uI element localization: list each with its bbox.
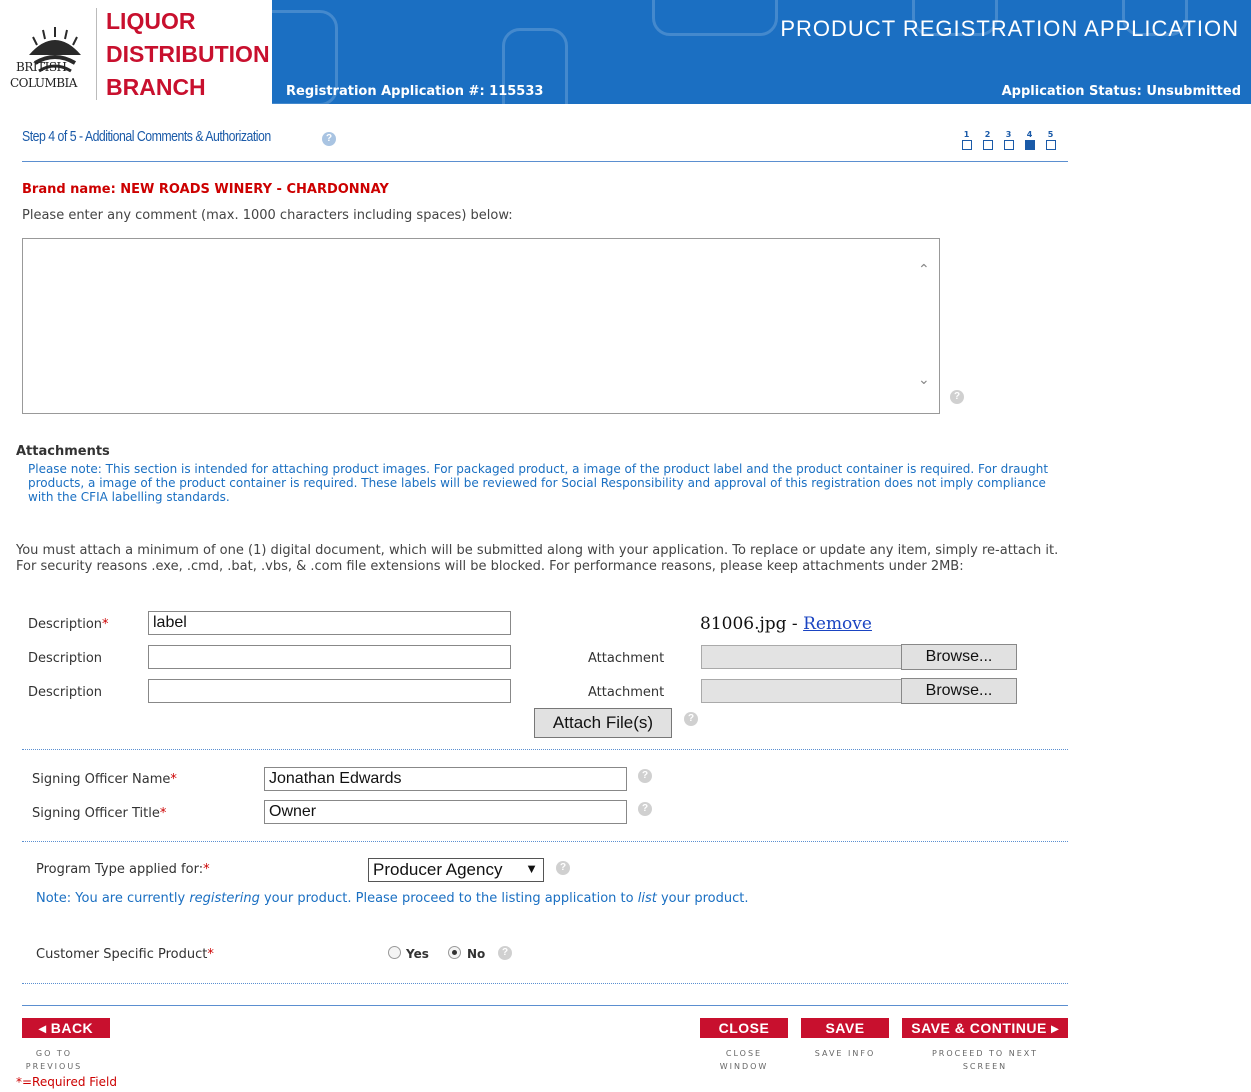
step-indicator-2: 2 bbox=[981, 130, 994, 150]
help-icon[interactable]: ? bbox=[498, 946, 512, 960]
attached-file: 81006.jpg - Remove bbox=[700, 614, 872, 634]
customer-specific-no-radio[interactable] bbox=[448, 946, 461, 959]
logo-divider bbox=[96, 8, 97, 100]
header-banner: PRODUCT REGISTRATION APPLICATION Registr… bbox=[272, 0, 1251, 104]
divider bbox=[22, 161, 1068, 162]
required-field-note: *=Required Field bbox=[16, 1075, 117, 1089]
customer-specific-yes-radio[interactable] bbox=[388, 946, 401, 959]
attachment-label: Attachment bbox=[588, 685, 665, 700]
banner-decoration bbox=[652, 0, 778, 36]
back-caption: GO TO PREVIOUS bbox=[25, 1049, 83, 1071]
step-title: Step 4 of 5 - Additional Comments & Auth… bbox=[22, 128, 271, 145]
save-button[interactable]: SAVE bbox=[801, 1018, 889, 1038]
step-indicators: 1 2 3 4 5 bbox=[960, 130, 1057, 150]
attachment-label: Attachment bbox=[588, 651, 665, 666]
program-note: Note: You are currently registering your… bbox=[36, 891, 749, 906]
divider bbox=[22, 1005, 1068, 1006]
save-and-continue-button[interactable]: SAVE & CONTINUE ▸ bbox=[902, 1018, 1068, 1038]
comment-textarea[interactable] bbox=[22, 238, 940, 414]
application-status: Application Status: Unsubmitted bbox=[1001, 84, 1241, 99]
help-icon[interactable]: ? bbox=[950, 390, 964, 404]
description-input-1[interactable]: label bbox=[148, 611, 511, 635]
back-button[interactable]: ◂ BACK bbox=[22, 1018, 110, 1038]
help-icon[interactable]: ? bbox=[638, 802, 652, 816]
radio-label-no: No bbox=[467, 947, 486, 961]
attachment-file-field-3[interactable] bbox=[701, 679, 903, 703]
close-caption: CLOSE WINDOW bbox=[719, 1049, 769, 1071]
description-label: Description bbox=[28, 685, 103, 700]
brand-name: Brand name: NEW ROADS WINERY - CHARDONNA… bbox=[22, 182, 389, 197]
org-name-line1: LIQUOR bbox=[106, 8, 196, 34]
signing-officer-title-input[interactable]: Owner bbox=[264, 800, 627, 824]
help-icon[interactable]: ? bbox=[322, 132, 336, 146]
chevron-down-icon: ▼ bbox=[525, 861, 538, 876]
radio-label-yes: Yes bbox=[406, 947, 429, 961]
save-caption: SAVE INFO bbox=[814, 1049, 876, 1058]
org-name-line2: DISTRIBUTION bbox=[106, 41, 270, 67]
app-title: PRODUCT REGISTRATION APPLICATION bbox=[780, 16, 1239, 41]
page-header: BRITISH COLUMBIA LIQUOR DISTRIBUTION BRA… bbox=[0, 0, 1251, 104]
logo-text-british: BRITISH bbox=[16, 60, 67, 74]
divider bbox=[22, 749, 1068, 750]
program-type-label: Program Type applied for:* bbox=[36, 862, 210, 877]
browse-button[interactable]: Browse... bbox=[901, 644, 1017, 670]
ldb-logo: BRITISH COLUMBIA LIQUOR DISTRIBUTION BRA… bbox=[0, 0, 272, 104]
divider bbox=[22, 841, 1068, 842]
description-input-2[interactable] bbox=[148, 645, 511, 669]
attachments-title: Attachments bbox=[16, 444, 110, 459]
program-type-select[interactable]: Producer Agency ▼ bbox=[368, 858, 544, 882]
scroll-down-icon[interactable]: ⌄ bbox=[918, 372, 930, 388]
step-indicator-3: 3 bbox=[1002, 130, 1015, 150]
help-icon[interactable]: ? bbox=[638, 769, 652, 783]
signing-officer-name-input[interactable]: Jonathan Edwards bbox=[264, 767, 627, 791]
customer-specific-label: Customer Specific Product* bbox=[36, 947, 214, 962]
description-label: Description* bbox=[28, 617, 109, 632]
signing-officer-title-label: Signing Officer Title* bbox=[32, 806, 167, 821]
registration-number: Registration Application #: 115533 bbox=[286, 84, 544, 99]
logo-text-columbia: COLUMBIA bbox=[10, 76, 77, 90]
description-label: Description bbox=[28, 651, 103, 666]
step-indicator-1: 1 bbox=[960, 130, 973, 150]
org-name-line3: BRANCH bbox=[106, 74, 206, 100]
description-input-3[interactable] bbox=[148, 679, 511, 703]
scroll-up-icon[interactable]: ⌃ bbox=[918, 262, 930, 278]
attachments-requirement: You must attach a minimum of one (1) dig… bbox=[16, 543, 1059, 574]
attachments-note: Please note: This section is intended fo… bbox=[28, 462, 1049, 504]
step-indicator-4: 4 bbox=[1023, 130, 1036, 150]
browse-button[interactable]: Browse... bbox=[901, 678, 1017, 704]
attachment-file-field-2[interactable] bbox=[701, 645, 903, 669]
step-indicator-5: 5 bbox=[1044, 130, 1057, 150]
close-button[interactable]: CLOSE bbox=[700, 1018, 788, 1038]
attach-files-button[interactable]: Attach File(s) bbox=[534, 708, 672, 738]
signing-officer-name-label: Signing Officer Name* bbox=[32, 772, 177, 787]
divider bbox=[22, 983, 1068, 984]
help-icon[interactable]: ? bbox=[556, 861, 570, 875]
remove-file-link[interactable]: Remove bbox=[803, 614, 872, 634]
comment-label: Please enter any comment (max. 1000 char… bbox=[22, 208, 513, 223]
help-icon[interactable]: ? bbox=[684, 712, 698, 726]
save-and-continue-caption: PROCEED TO NEXT SCREEN bbox=[931, 1049, 1039, 1071]
